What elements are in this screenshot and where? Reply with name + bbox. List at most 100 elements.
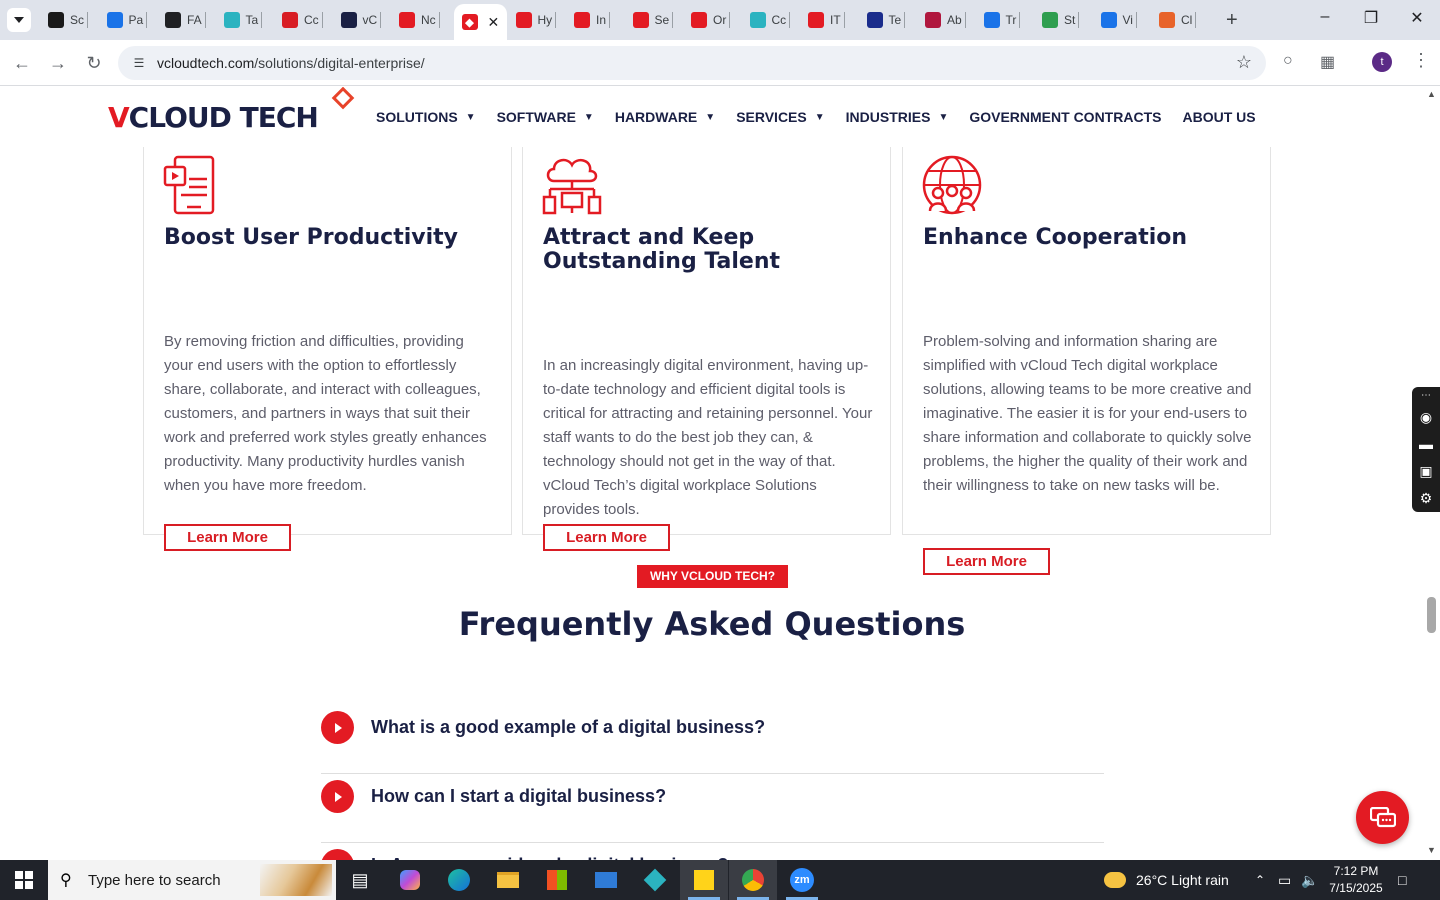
pen-tab-icon <box>1042 12 1058 28</box>
tab[interactable]: Tr <box>983 8 1021 32</box>
volume-icon[interactable]: 🔈 <box>1301 860 1318 900</box>
app-tab-icon <box>749 12 766 28</box>
faq-item[interactable]: Is Amazon considered a digital business? <box>321 843 1104 860</box>
video-icon[interactable]: ▬ <box>1412 431 1440 458</box>
tab-label: Nc <box>421 13 436 27</box>
url-path: /solutions/digital-enterprise/ <box>254 55 425 71</box>
tab[interactable]: IT <box>808 8 845 32</box>
nav-item-label: ABOUT US <box>1182 109 1256 125</box>
site-logo[interactable]: VCLOUD TECH <box>108 101 319 134</box>
url-host: vcloudtech.com <box>157 55 255 71</box>
chrome-icon[interactable] <box>729 860 777 900</box>
task-view-icon[interactable]: ▤ <box>336 860 384 900</box>
tab[interactable]: Ab <box>925 8 966 32</box>
tab[interactable]: Cl <box>1159 8 1197 32</box>
learn-more-button[interactable]: Learn More <box>923 548 1050 575</box>
close-window-button[interactable]: ✕ <box>1405 8 1429 28</box>
caret-down-icon: ▼ <box>938 111 949 123</box>
restore-button[interactable]: ❐ <box>1359 8 1383 28</box>
scroll-up-arrow[interactable]: ▲ <box>1427 89 1436 99</box>
nav-item-government-contracts[interactable]: GOVERNMENT CONTRACTS <box>969 109 1161 125</box>
new-tab-button[interactable]: + <box>1226 10 1238 30</box>
tool-pin-icon[interactable]: ⋯ <box>1412 387 1440 404</box>
window-icon[interactable]: ▣ <box>1412 458 1440 485</box>
close-tab-icon[interactable]: ✕ <box>488 14 500 31</box>
gear-icon[interactable]: ⚙ <box>1412 485 1440 512</box>
tab-label: Hy <box>537 13 553 27</box>
chat-button[interactable] <box>1356 791 1409 844</box>
tag-tab-icon <box>574 12 590 28</box>
tab[interactable]: Ta <box>223 8 263 32</box>
omnibox[interactable]: ☰ vcloudtech.com/solutions/digital-enter… <box>118 46 1266 80</box>
start-button[interactable] <box>0 860 48 900</box>
store-icon[interactable] <box>533 860 581 900</box>
profile-avatar[interactable]: t <box>1372 52 1392 72</box>
bookmark-star-icon[interactable]: ☆ <box>1236 52 1252 73</box>
learn-more-button[interactable]: Learn More <box>543 524 670 551</box>
taskbar-search[interactable]: ⚲ Type here to search <box>48 860 336 900</box>
tab[interactable]: FA <box>165 8 206 32</box>
tab-search-button[interactable] <box>7 8 31 32</box>
sticky-notes-icon[interactable] <box>680 860 728 900</box>
tab[interactable]: Hy <box>515 8 557 32</box>
tab-label: Vi <box>1122 13 1133 27</box>
tab[interactable]: Cc <box>282 8 323 32</box>
back-button[interactable]: ← <box>11 52 33 74</box>
learn-more-button[interactable]: Learn More <box>164 524 291 551</box>
forward-button[interactable]: → <box>47 52 69 74</box>
reload-button[interactable]: ↻ <box>83 52 105 74</box>
menu-dots-icon[interactable]: ⋮ <box>1412 50 1430 71</box>
site-info-icon[interactable]: ☰ <box>130 54 148 72</box>
expand-play-icon <box>321 711 354 744</box>
camera-icon[interactable]: ◉ <box>1412 404 1440 431</box>
nav-item-software[interactable]: SOFTWARE ▼ <box>497 109 594 125</box>
scale-tab-icon <box>983 12 1000 28</box>
tab[interactable]: In <box>574 8 611 32</box>
tab[interactable]: Cc <box>749 8 791 32</box>
scroll-down-arrow[interactable]: ▼ <box>1427 845 1436 855</box>
scroll-thumb[interactable] <box>1427 597 1436 633</box>
zoom-icon[interactable]: zm <box>778 860 826 900</box>
faq-question: What is a good example of a digital busi… <box>371 717 766 737</box>
nav-item-services[interactable]: SERVICES ▼ <box>736 109 824 125</box>
tray-chevron-icon[interactable]: ⌃ <box>1255 860 1265 900</box>
tab-label: In <box>596 13 607 27</box>
url-text[interactable]: vcloudtech.com/solutions/digital-enterpr… <box>157 55 425 71</box>
tab[interactable]: Vi <box>1100 8 1137 32</box>
nav-item-about-us[interactable]: ABOUT US <box>1182 109 1255 125</box>
nav-item-industries[interactable]: INDUSTRIES ▼ <box>846 109 949 125</box>
copilot-icon[interactable] <box>386 860 434 900</box>
app-tab-icon <box>925 12 941 28</box>
tab[interactable]: Or <box>691 8 731 32</box>
network-icon[interactable]: ▭ <box>1278 860 1291 900</box>
faq-item[interactable]: How can I start a digital business? <box>321 774 1104 843</box>
globe-people-icon <box>922 155 982 215</box>
tab-separator <box>609 12 611 28</box>
tab[interactable]: Sc <box>48 8 89 32</box>
extensions-icon[interactable]: ▦ <box>1320 52 1335 72</box>
page-viewport: VCLOUD TECH SOLUTIONS ▼ SOFTWARE ▼ HARDWARE ▼… <box>0 87 1424 860</box>
mail-icon[interactable] <box>582 860 630 900</box>
notifications-icon[interactable]: □ <box>1398 860 1406 900</box>
system-clock[interactable]: 7:12 PM 7/15/2025 <box>1326 863 1386 897</box>
file-explorer-icon[interactable] <box>484 860 532 900</box>
weather-widget[interactable]: 26°C Light rain <box>1104 860 1229 900</box>
nav-item-hardware[interactable]: HARDWARE ▼ <box>615 109 715 125</box>
tab[interactable]: vC <box>340 8 382 32</box>
app-diamond-icon[interactable] <box>631 860 679 900</box>
nav-item-solutions[interactable]: SOLUTIONS ▼ <box>376 109 476 125</box>
taskbar-search-placeholder: Type here to search <box>88 872 221 889</box>
edge-icon[interactable] <box>435 860 483 900</box>
faq-item[interactable]: What is a good example of a digital busi… <box>321 705 1104 774</box>
minimize-button[interactable]: – <box>1313 8 1337 26</box>
tab[interactable]: Nc <box>399 8 440 32</box>
tab-active[interactable]: ◆ ✕ <box>453 4 508 40</box>
translate-icon[interactable]: ○ <box>1283 52 1293 70</box>
logo-text: CLOUD TECH <box>128 101 319 134</box>
tab[interactable]: Te <box>866 8 906 32</box>
tab-separator <box>87 12 89 28</box>
tab[interactable]: Se <box>632 8 674 32</box>
tab[interactable]: Pa <box>106 8 148 32</box>
search-icon: ⚲ <box>60 872 72 889</box>
tab[interactable]: St <box>1042 8 1080 32</box>
